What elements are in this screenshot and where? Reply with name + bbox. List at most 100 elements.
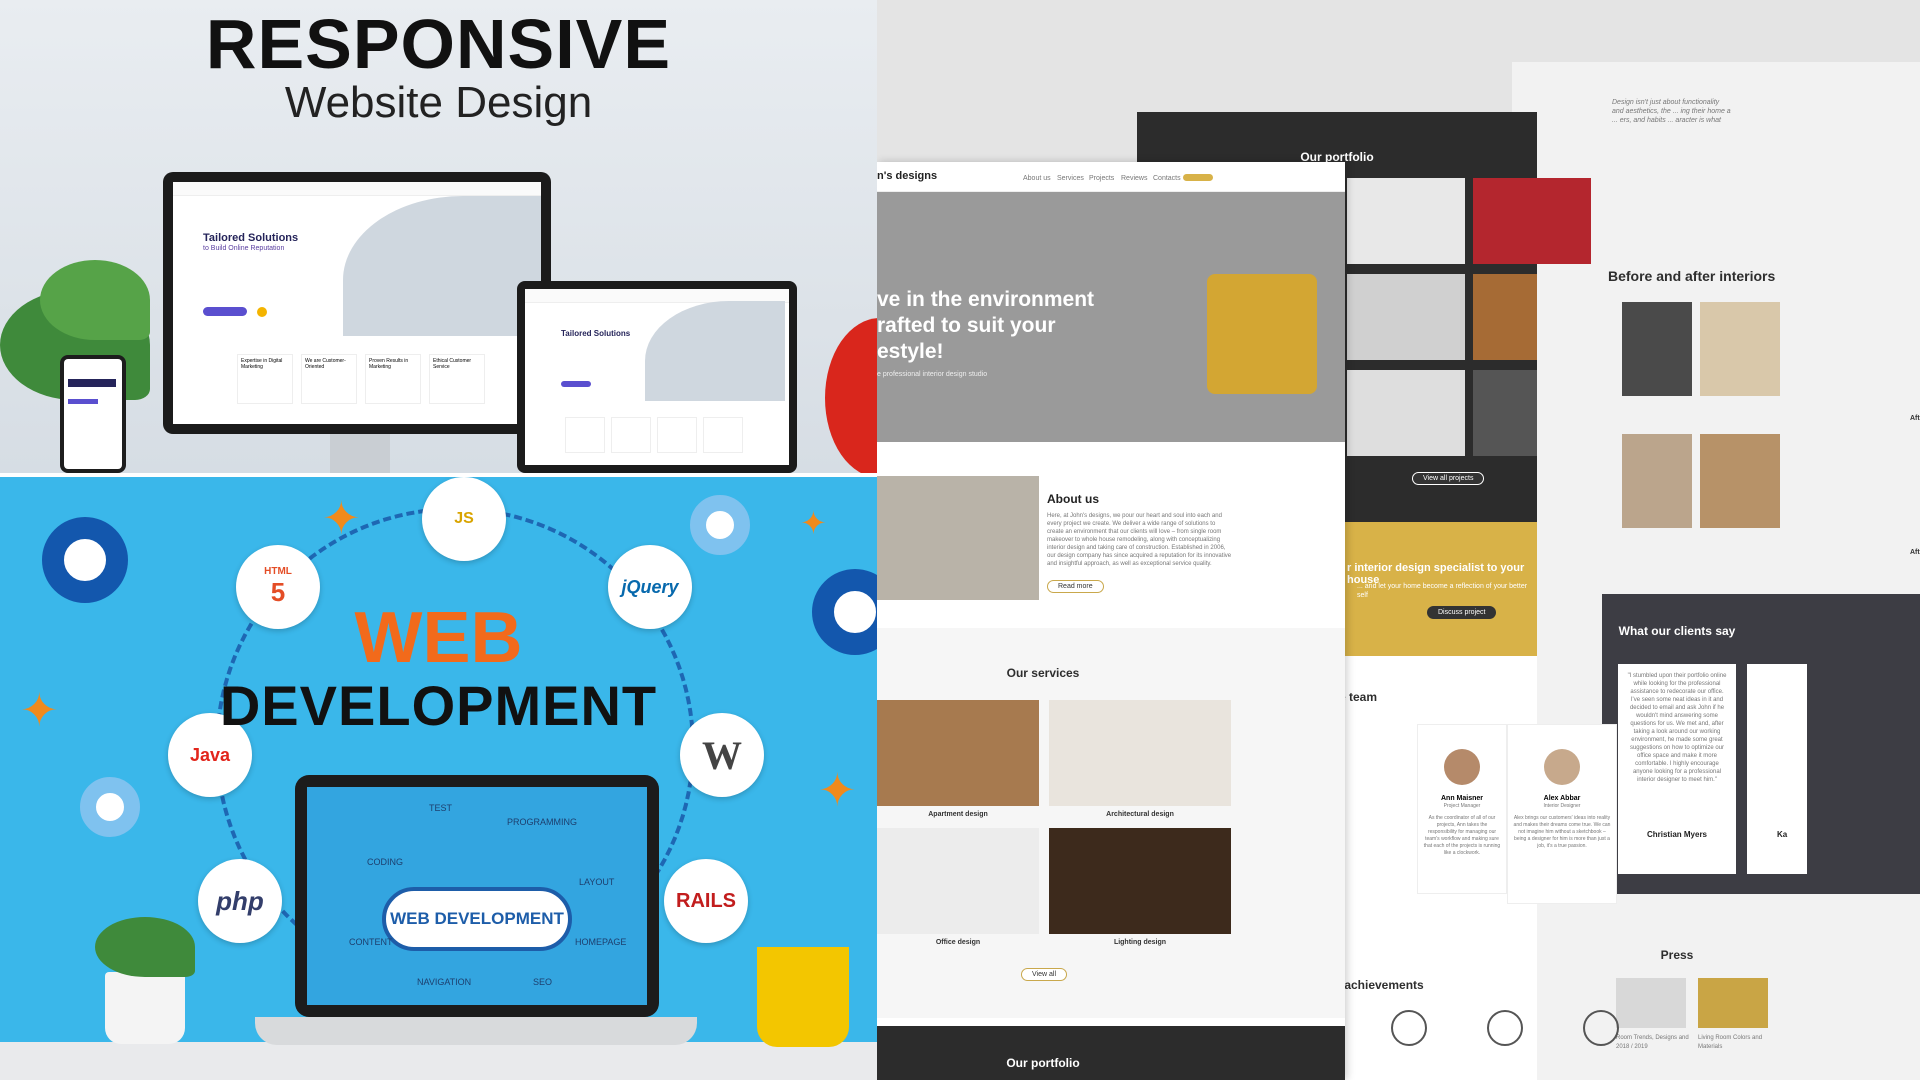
development-heading: DEVELOPMENT xyxy=(219,674,658,737)
desktop-monitor-mockup: Tailored Solutions to Build Online Reput… xyxy=(163,172,551,434)
mock-play-icon xyxy=(257,307,267,317)
mock-card xyxy=(657,417,697,453)
mock-headline-1-small: Tailored Solutions xyxy=(561,329,631,338)
service-label-apartment: Apartment design xyxy=(928,811,988,818)
brand-logo[interactable]: n's designs xyxy=(877,170,937,182)
portfolio-bottom-title: Our portfolio xyxy=(1006,1056,1080,1070)
portfolio-chair-2 xyxy=(1347,370,1465,456)
plant-leaf-illustration xyxy=(40,260,150,340)
team-member-bio: Alex brings our customers' ideas into re… xyxy=(1513,815,1611,849)
award-icon xyxy=(1391,1010,1427,1046)
desk-surface xyxy=(0,1042,877,1080)
social-icons[interactable] xyxy=(1183,174,1213,181)
about-photo xyxy=(877,476,1039,600)
responsive-title: RESPONSIVE xyxy=(205,5,672,83)
screen-label-navigation: NAVIGATION xyxy=(417,977,472,987)
mock-headline-2: to Build Online Reputation xyxy=(203,245,285,252)
mock-card-2: We are Customer-Oriented xyxy=(301,354,357,404)
after-photo xyxy=(1700,302,1780,396)
hero-line-3: estyle! xyxy=(877,340,944,363)
hero-photo xyxy=(645,301,785,401)
team-member-role: Interior Designer xyxy=(1543,803,1581,809)
phone-mockup xyxy=(60,355,126,473)
web-development-panel: ✦ ✦ ✦ ✦ JS HTML 5 jQuery Java W php RAILS… xyxy=(0,477,877,1080)
collage: RESPONSIVE Website Design Tailored Solut… xyxy=(0,0,1920,1080)
services-title: Our services xyxy=(1006,666,1080,680)
mock-headline-1: Tailored Solutions xyxy=(203,232,299,244)
nav-reviews[interactable]: Reviews xyxy=(1121,174,1147,183)
portfolio-chair xyxy=(1347,178,1465,264)
press-photo xyxy=(1616,978,1686,1028)
mock-card xyxy=(703,417,743,453)
client-name-partial: Ka xyxy=(1777,830,1788,839)
mock-cta-button xyxy=(561,381,591,387)
portfolio-sofa xyxy=(1473,370,1537,456)
mock-card-3: Proven Results in Marketing xyxy=(365,354,421,404)
view-all-button[interactable]: View all xyxy=(1021,968,1067,981)
star-icon: ✦ xyxy=(818,764,857,816)
before-after-title: Before and after interiors xyxy=(1608,268,1776,284)
laptop-screen: WEB DEVELOPMENT TEST PROGRAMMING CODING … xyxy=(307,787,647,1005)
responsive-design-panel: RESPONSIVE Website Design Tailored Solut… xyxy=(0,0,877,473)
nav-projects[interactable]: Projects xyxy=(1089,174,1114,183)
specialist-subtext: ... and let your home become a reflectio… xyxy=(1357,583,1528,599)
portfolio-bottom-section: Our portfolio xyxy=(877,1026,1345,1080)
team-member-role: Project Manager xyxy=(1443,803,1481,809)
screen-label-seo: SEO xyxy=(533,977,553,987)
jquery-logo-text: jQuery xyxy=(621,576,679,597)
screen-label-homepage: HOMEPAGE xyxy=(575,937,627,947)
screen-label-programming: PROGRAMMING xyxy=(507,817,578,827)
screen-label-test: TEST xyxy=(429,803,453,813)
php-logo-text: php xyxy=(216,885,264,916)
architectural-photo xyxy=(1049,700,1231,806)
laptop-base xyxy=(255,1017,697,1045)
nav-about[interactable]: About us xyxy=(1023,174,1051,183)
about-text: Here, at John's designs, we pour our hea… xyxy=(1047,513,1232,567)
nav-contacts[interactable]: Contacts xyxy=(1153,174,1181,183)
portfolio-table xyxy=(1473,274,1537,360)
testimonial-card-partial: Ka xyxy=(1747,664,1807,874)
laptop-mockup: Tailored Solutions xyxy=(517,281,797,473)
web-heading: WEB xyxy=(354,598,523,678)
hero-banner: ve in the environment rafted to suit you… xyxy=(877,192,1345,442)
team-card: Alex Abbar Interior Designer Alex brings… xyxy=(1507,724,1617,904)
mock-headline-bar xyxy=(68,379,116,387)
press-title: Press xyxy=(1660,948,1694,962)
star-icon: ✦ xyxy=(800,505,827,541)
before-photo xyxy=(1622,302,1692,396)
portfolio-bath xyxy=(1347,274,1465,360)
yellow-mug-illustration xyxy=(757,947,849,1047)
javascript-logo-text: JS xyxy=(454,510,474,527)
office-photo xyxy=(877,828,1039,934)
rails-logo: RAILS xyxy=(664,859,748,943)
web-development-cloud: WEB DEVELOPMENT xyxy=(382,887,572,951)
rails-logo-text: RAILS xyxy=(676,889,736,912)
view-all-projects-button[interactable]: View all projects xyxy=(1412,472,1485,485)
mock-card xyxy=(611,417,651,453)
team-member-name: Ann Maisner xyxy=(1440,795,1483,802)
discuss-project-button[interactable]: Discuss project xyxy=(1427,606,1497,619)
about-title: About us xyxy=(1047,492,1099,506)
mock-card-1: Expertise in Digital Marketing xyxy=(237,354,293,404)
avatar xyxy=(1444,749,1480,785)
php-logo: php xyxy=(198,859,282,943)
gear-icon xyxy=(690,495,750,555)
client-name: Christian Myers xyxy=(1646,830,1708,839)
html5-logo-label: HTML xyxy=(264,566,292,577)
laptop-screen: Tailored Solutions xyxy=(525,289,789,465)
after-label: Afte xyxy=(1910,549,1920,556)
press-item-2: Living Room Colors and Materials xyxy=(1698,1035,1763,1050)
team-card: Ann Maisner Project Manager As the coord… xyxy=(1417,724,1507,894)
portfolio-red-chair xyxy=(1473,178,1591,264)
avatar xyxy=(1544,749,1580,785)
hero-subtitle: e professional interior design studio xyxy=(877,371,988,378)
star-icon: ✦ xyxy=(322,492,361,544)
plant-pot-illustration xyxy=(105,972,185,1044)
java-logo-text: Java xyxy=(189,744,231,765)
team-member-name: Alex Abbar xyxy=(1543,795,1581,802)
monitor-stand xyxy=(330,434,390,473)
read-more-button[interactable]: Read more xyxy=(1047,580,1104,593)
nav-services[interactable]: Services xyxy=(1057,174,1084,183)
site-header: n's designs About us Services Projects R… xyxy=(877,162,1345,192)
javascript-logo: JS xyxy=(422,477,506,561)
